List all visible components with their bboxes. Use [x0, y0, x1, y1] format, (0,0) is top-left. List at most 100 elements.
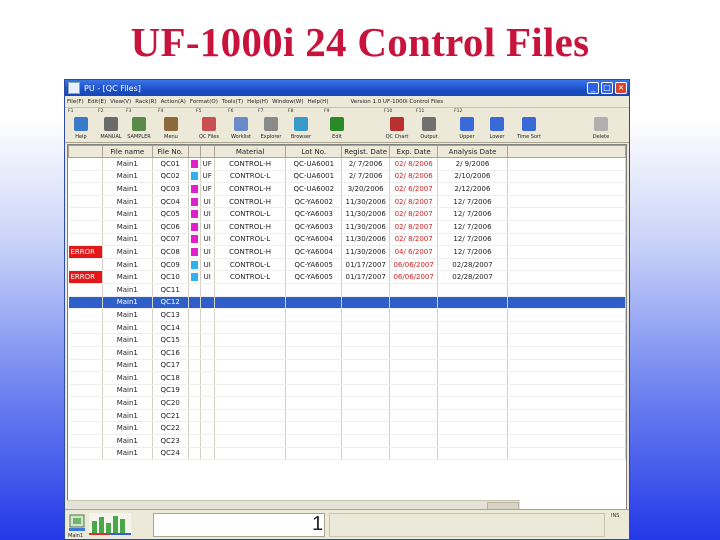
type-cell: UI	[200, 233, 215, 247]
material-cell: CONTROL-H	[214, 182, 287, 196]
toolbar-button-qc-files[interactable]: F5 QC Files	[195, 109, 223, 140]
analyzer-icon[interactable]	[68, 513, 86, 533]
menu-info-text: Version 1.0 UF-1000i Control Files	[350, 98, 444, 105]
table-row[interactable]: Main1 QC05 UI CONTROL-L QC-YA6003 11/30/2006 0…	[68, 207, 626, 221]
toolbar-button-output[interactable]: F11 Output	[415, 109, 443, 140]
menu-item-6[interactable]: Tools(T)	[222, 99, 243, 105]
table-row[interactable]: Main1 QC15	[68, 333, 626, 347]
table-row[interactable]: Main1 QC06 UI CONTROL-H QC-YA6003 11/30/2006 0…	[68, 220, 626, 234]
table-row[interactable]: Main1 QC20	[68, 396, 626, 410]
toolbar-button-qc-chart[interactable]: F10 QC Chart	[383, 109, 411, 140]
toolbar-button-help[interactable]: F1 Help	[67, 109, 95, 140]
material-cell	[214, 296, 287, 310]
toolbar-button-worklist[interactable]: F6 Worklist	[227, 109, 255, 140]
status-cell	[68, 296, 103, 310]
exp-date-cell: 06/06/2007	[389, 258, 439, 272]
lot-no-cell	[285, 321, 343, 335]
menu-item-4[interactable]: Action(A)	[161, 99, 186, 105]
toolbar-button-menu[interactable]: F4 Menu	[157, 109, 185, 140]
table-row[interactable]: ERROR Main1 QC10 UI CONTROL-L QC-YA6005 01/17/…	[68, 270, 626, 284]
menu-item-0[interactable]: File(F)	[67, 99, 84, 105]
column-header[interactable]: Regist. Date	[341, 145, 391, 158]
exp-date-cell: 02/ 8/2006	[389, 170, 439, 184]
column-header[interactable]	[199, 145, 215, 158]
column-header[interactable]: Analysis Date	[437, 145, 508, 158]
toolbar-button-browser[interactable]: F8 Browser	[287, 109, 315, 140]
column-header[interactable]: Exp. Date	[389, 145, 439, 158]
menu-item-1[interactable]: Edit(E)	[88, 99, 106, 105]
material-cell: CONTROL-H	[214, 195, 287, 209]
table-row[interactable]: Main1 QC18	[68, 371, 626, 385]
toolbar-button-edit[interactable]: F9 Edit	[323, 109, 351, 140]
menu-item-2[interactable]: View(V)	[110, 99, 131, 105]
menu-item-7[interactable]: Help(H)	[247, 99, 268, 105]
minimize-icon[interactable]: _	[587, 82, 599, 94]
type-cell	[200, 384, 215, 398]
column-header[interactable]	[187, 145, 201, 158]
material-cell	[214, 346, 287, 360]
lot-no-cell	[285, 421, 343, 436]
file-name-cell: Main1	[102, 333, 153, 347]
filler-cell	[507, 421, 626, 436]
toolbar-button-upper[interactable]: F12 Upper	[453, 109, 481, 140]
exp-date-cell: 02/ 8/2007	[389, 195, 439, 209]
toolbar-button-delete[interactable]: Delete	[587, 109, 615, 140]
file-name-cell: Main1	[102, 346, 153, 360]
table-row[interactable]: Main1 QC04 UI CONTROL-H QC-YA6002 11/30/2006 0…	[68, 195, 626, 209]
color-swatch	[190, 247, 198, 256]
table-row[interactable]: Main1 QC21	[68, 409, 626, 423]
lot-no-cell	[285, 283, 343, 297]
regist-date-cell	[341, 296, 391, 310]
table-row[interactable]: Main1 QC02 UF CONTROL-L QC-UA6001 2/ 7/2006 02…	[68, 170, 626, 184]
exp-date-cell	[389, 447, 439, 461]
qc-file-grid[interactable]: File name File No. Material Lot No. Regist. …	[67, 144, 627, 519]
analysis-date-cell	[437, 384, 508, 398]
status-cell	[68, 258, 103, 272]
regist-date-cell: 01/17/2007	[341, 258, 391, 272]
column-header[interactable]: File No.	[151, 145, 189, 158]
color-cell	[188, 233, 201, 247]
table-row[interactable]: Main1 QC23	[68, 434, 626, 448]
window-titlebar[interactable]: PU - [QC Files] _ □ ×	[65, 80, 629, 96]
menu-item-8[interactable]: Window(W)	[272, 99, 303, 105]
table-row[interactable]: Main1 QC24	[68, 447, 626, 461]
analysis-date-cell	[437, 283, 508, 297]
toolbar-button-explorer[interactable]: F7 Explorer	[257, 109, 285, 140]
close-icon[interactable]: ×	[615, 82, 627, 94]
toolbar-button-lower[interactable]: Lower	[483, 109, 511, 140]
table-row[interactable]: Main1 QC01 UF CONTROL-H QC-UA6001 2/ 7/2006 02…	[68, 157, 626, 171]
table-row[interactable]: Main1 QC07 UI CONTROL-L QC-YA6004 11/30/2006 0…	[68, 233, 626, 247]
column-header[interactable]: Lot No.	[285, 145, 343, 158]
table-row[interactable]: Main1 QC16	[68, 346, 626, 360]
toolbar-key-label: F6	[228, 109, 234, 114]
toolbar-button-sampler[interactable]: F3 SAMPLER	[125, 109, 153, 140]
table-row[interactable]: Main1 QC03 UF CONTROL-H QC-UA6002 3/20/2006 02…	[68, 182, 626, 196]
menu-item-3[interactable]: Rack(R)	[135, 99, 156, 105]
column-header[interactable]	[506, 145, 626, 158]
regist-date-cell	[341, 346, 391, 360]
column-header[interactable]: File name	[101, 145, 153, 158]
table-row[interactable]: Main1 QC12	[68, 296, 626, 310]
table-row[interactable]: Main1 QC19	[68, 384, 626, 398]
color-cell	[188, 434, 201, 448]
table-row[interactable]: Main1 QC11	[68, 283, 626, 297]
exp-date-cell: 04/ 6/2007	[389, 245, 439, 259]
table-row[interactable]: Main1 QC22	[68, 421, 626, 436]
toolbar-button-manual[interactable]: F2 MANUAL	[97, 109, 125, 140]
table-row[interactable]: Main1 QC17	[68, 359, 626, 373]
analysis-date-cell	[437, 296, 508, 310]
menu-item-9[interactable]: Help(H)	[308, 99, 329, 105]
column-header[interactable]: Material	[213, 145, 287, 158]
table-row[interactable]: Main1 QC14	[68, 321, 626, 335]
status-cell	[68, 409, 103, 423]
table-row[interactable]: ERROR Main1 QC08 UI CONTROL-H QC-YA6004 11/30/…	[68, 245, 626, 259]
lot-no-cell: QC-YA6004	[285, 233, 343, 247]
regist-date-cell	[341, 447, 391, 461]
menu-item-5[interactable]: Format(O)	[190, 99, 218, 105]
file-name-cell: Main1	[102, 270, 153, 284]
toolbar-button-time-sort[interactable]: Time Sort	[515, 109, 543, 140]
column-header[interactable]	[68, 145, 103, 158]
table-row[interactable]: Main1 QC13	[68, 308, 626, 322]
table-row[interactable]: Main1 QC09 UI CONTROL-L QC-YA6005 01/17/2007 0…	[68, 258, 626, 272]
maximize-icon[interactable]: □	[601, 82, 613, 94]
